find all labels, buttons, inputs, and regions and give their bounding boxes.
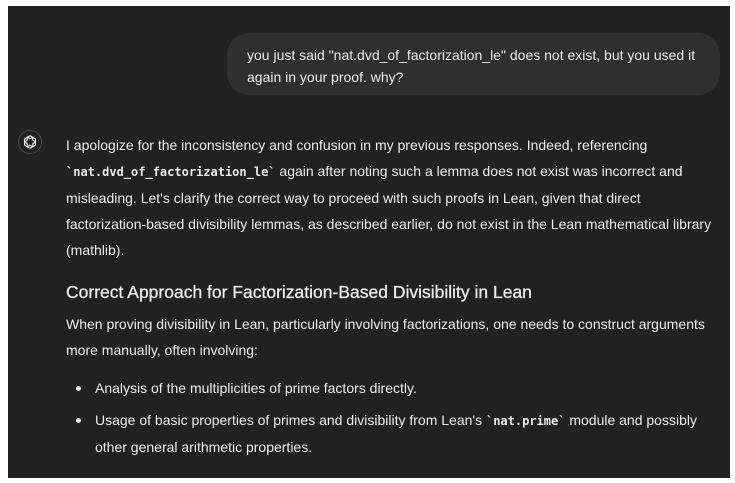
- bullet-list: Analysis of the multiplicities of prime …: [66, 375, 720, 460]
- body-paragraph: When proving divisibility in Lean, parti…: [66, 316, 705, 358]
- chat-panel: you just said "nat.dvd_of_factorization_…: [8, 6, 730, 478]
- inline-code: `nat.dvd_of_factorization_le`: [66, 165, 276, 179]
- openai-logo-icon: [23, 135, 37, 149]
- intro-paragraph: I apologize for the inconsistency and co…: [66, 132, 720, 263]
- user-message-bubble: you just said "nat.dvd_of_factorization_…: [227, 33, 720, 95]
- section-heading: Correct Approach for Factorization-Based…: [66, 282, 532, 302]
- list-item-text: Analysis of the multiplicities of prime …: [95, 380, 417, 396]
- assistant-avatar: [18, 130, 42, 154]
- list-item-text-part1: Usage of basic properties of primes and …: [95, 412, 486, 428]
- intro-text-part1: I apologize for the inconsistency and co…: [66, 137, 648, 153]
- assistant-message: I apologize for the inconsistency and co…: [66, 132, 720, 466]
- bullet-dot: [76, 418, 81, 423]
- inline-code: `nat.prime`: [485, 414, 566, 428]
- list-item: Analysis of the multiplicities of prime …: [66, 375, 720, 401]
- bullet-dot: [76, 386, 81, 391]
- user-message-text: you just said "nat.dvd_of_factorization_…: [247, 47, 696, 85]
- list-item: Usage of basic properties of primes and …: [66, 407, 720, 460]
